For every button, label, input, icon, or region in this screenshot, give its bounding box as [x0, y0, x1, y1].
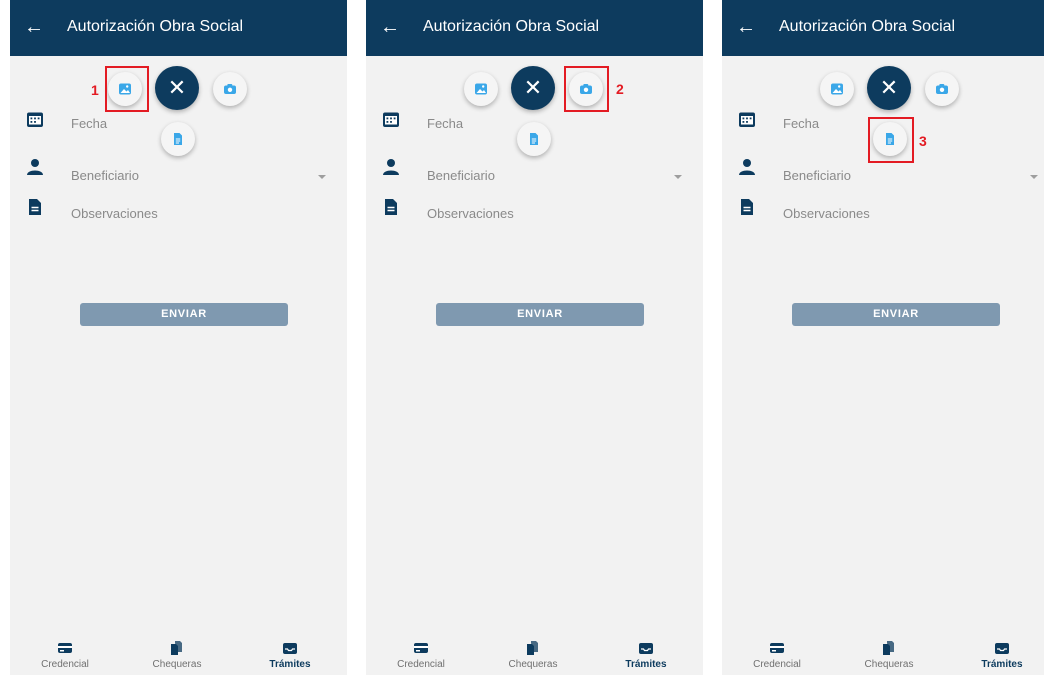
- note-icon: [385, 199, 397, 215]
- screen-3: ← Autorización Obra Social ✕ 3 Fecha Ben…: [722, 0, 1044, 675]
- nav-procedures-label: Trámites: [625, 659, 667, 670]
- page-title: Autorización Obra Social: [67, 18, 244, 35]
- nav-credential[interactable]: Credencial: [737, 635, 817, 675]
- highlight-box: [564, 66, 609, 112]
- nav-procedures[interactable]: Trámites: [962, 635, 1042, 675]
- calendar-icon: [739, 112, 755, 127]
- notes-field[interactable]: Observaciones: [71, 206, 158, 221]
- card-icon: [770, 643, 784, 653]
- chevron-down-icon[interactable]: [318, 175, 326, 179]
- close-menu-button[interactable]: ✕: [511, 66, 555, 110]
- calendar-icon: [27, 112, 43, 127]
- camera-icon: [936, 84, 948, 94]
- back-arrow-icon[interactable]: ←: [24, 16, 46, 38]
- person-icon: [383, 159, 399, 175]
- back-arrow-icon[interactable]: ←: [380, 16, 402, 38]
- screen-1: ← Autorización Obra Social ✕ 1 Fecha Ben…: [10, 0, 347, 675]
- camera-button[interactable]: [925, 72, 959, 106]
- nav-procedures-label: Trámites: [269, 659, 311, 670]
- gallery-button[interactable]: [820, 72, 854, 106]
- nav-credential-label: Credencial: [41, 659, 89, 670]
- screen-2: ← Autorización Obra Social ✕ 2 Fecha Ben…: [366, 0, 703, 675]
- page-title: Autorización Obra Social: [779, 18, 956, 35]
- chevron-down-icon[interactable]: [1030, 175, 1038, 179]
- gallery-button[interactable]: [464, 72, 498, 106]
- nav-credential[interactable]: Credencial: [381, 635, 461, 675]
- nav-checkbooks-label: Chequeras: [864, 659, 914, 670]
- highlight-box: [868, 117, 914, 163]
- close-menu-button[interactable]: ✕: [155, 66, 199, 110]
- beneficiary-field[interactable]: Beneficiario: [71, 168, 139, 183]
- documents-icon: [527, 641, 538, 655]
- beneficiary-field[interactable]: Beneficiario: [783, 168, 851, 183]
- notes-field[interactable]: Observaciones: [427, 206, 514, 221]
- nav-checkbooks[interactable]: Chequeras: [493, 635, 573, 675]
- inbox-icon: [639, 643, 653, 654]
- nav-checkbooks[interactable]: Chequeras: [137, 635, 217, 675]
- app-bar: ← Autorización Obra Social: [366, 0, 703, 56]
- highlight-box: [105, 66, 149, 112]
- document-button[interactable]: [517, 122, 551, 156]
- nav-checkbooks-label: Chequeras: [152, 659, 202, 670]
- app-bar: ← Autorización Obra Social: [10, 0, 347, 56]
- back-arrow-icon[interactable]: ←: [736, 16, 758, 38]
- close-icon: ✕: [879, 75, 899, 100]
- close-menu-button[interactable]: ✕: [867, 66, 911, 110]
- image-icon: [831, 83, 843, 95]
- send-button[interactable]: ENVIAR: [436, 303, 644, 326]
- nav-checkbooks-label: Chequeras: [508, 659, 558, 670]
- documents-icon: [171, 641, 182, 655]
- camera-icon: [224, 84, 236, 94]
- card-icon: [414, 643, 428, 653]
- step-number: 1: [91, 82, 99, 98]
- close-icon: ✕: [523, 75, 543, 100]
- nav-credential[interactable]: Credencial: [25, 635, 105, 675]
- documents-icon: [883, 641, 894, 655]
- step-number: 3: [919, 133, 927, 149]
- bottom-navigation: Credencial Chequeras Trámites: [366, 635, 703, 675]
- notes-field[interactable]: Observaciones: [783, 206, 870, 221]
- page-title: Autorización Obra Social: [423, 18, 600, 35]
- document-button[interactable]: [161, 122, 195, 156]
- nav-checkbooks[interactable]: Chequeras: [849, 635, 929, 675]
- image-icon: [475, 83, 487, 95]
- send-button[interactable]: ENVIAR: [80, 303, 288, 326]
- send-button[interactable]: ENVIAR: [792, 303, 1000, 326]
- note-icon: [741, 199, 753, 215]
- bottom-navigation: Credencial Chequeras Trámites: [10, 635, 347, 675]
- nav-procedures[interactable]: Trámites: [606, 635, 686, 675]
- step-number: 2: [616, 81, 624, 97]
- nav-credential-label: Credencial: [753, 659, 801, 670]
- date-field[interactable]: Fecha: [783, 116, 819, 131]
- note-icon: [29, 199, 41, 215]
- app-bar: ← Autorización Obra Social: [722, 0, 1044, 56]
- document-icon: [530, 133, 538, 145]
- person-icon: [739, 159, 755, 175]
- close-icon: ✕: [167, 75, 187, 100]
- nav-credential-label: Credencial: [397, 659, 445, 670]
- beneficiary-field[interactable]: Beneficiario: [427, 168, 495, 183]
- date-field[interactable]: Fecha: [71, 116, 107, 131]
- camera-button[interactable]: [213, 72, 247, 106]
- bottom-navigation: Credencial Chequeras Trámites: [722, 635, 1044, 675]
- nav-procedures[interactable]: Trámites: [250, 635, 330, 675]
- calendar-icon: [383, 112, 399, 127]
- inbox-icon: [995, 643, 1009, 654]
- date-field[interactable]: Fecha: [427, 116, 463, 131]
- document-icon: [174, 133, 182, 145]
- person-icon: [27, 159, 43, 175]
- inbox-icon: [283, 643, 297, 654]
- nav-procedures-label: Trámites: [981, 659, 1023, 670]
- card-icon: [58, 643, 72, 653]
- chevron-down-icon[interactable]: [674, 175, 682, 179]
